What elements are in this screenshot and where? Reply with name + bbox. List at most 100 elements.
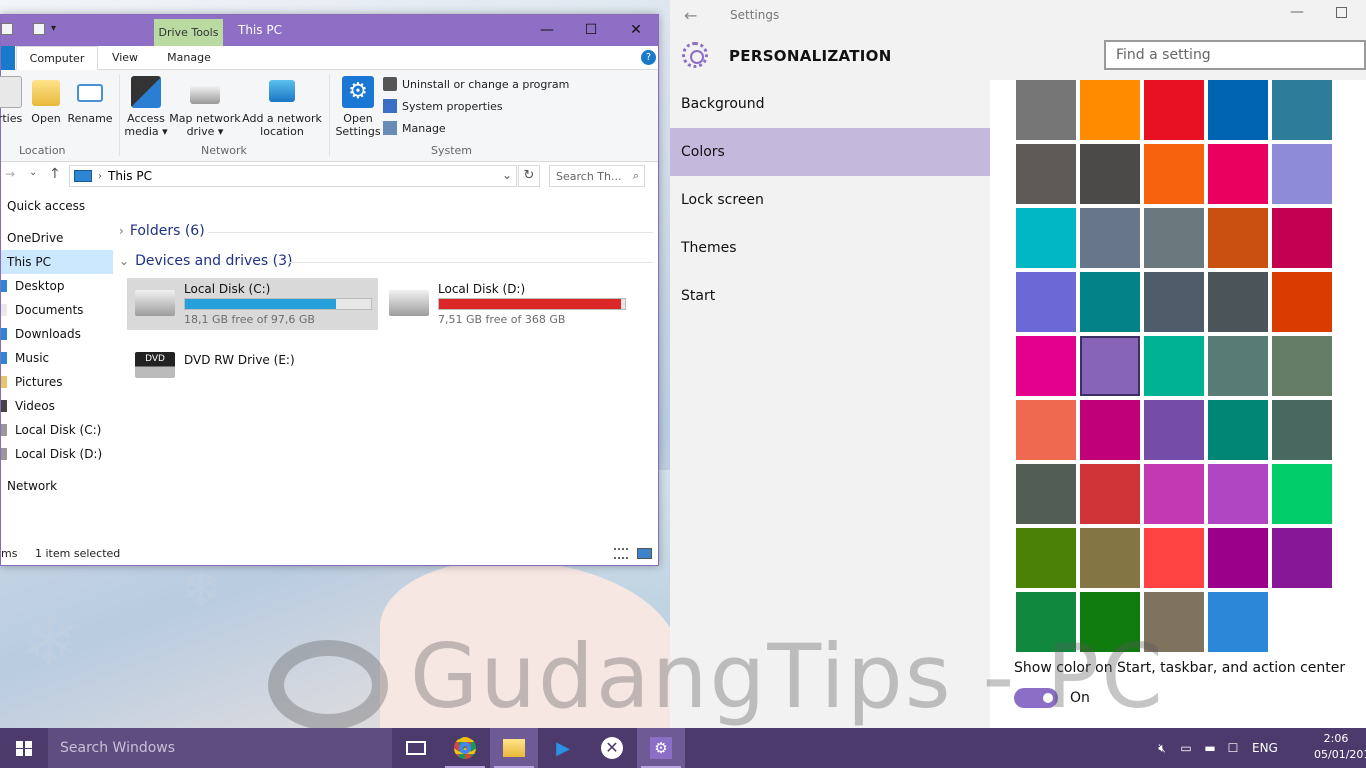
network-icon[interactable]: ▭: [1174, 741, 1198, 755]
chevron-down-icon[interactable]: ⌄: [502, 168, 512, 182]
taskbar-search-input[interactable]: Search Windows: [48, 728, 392, 768]
drive-dvd-rw-e[interactable]: DVD DVD RW Drive (E:): [127, 340, 378, 392]
maximize-button[interactable]: ☐: [568, 15, 614, 46]
color-swatch[interactable]: [1144, 336, 1204, 396]
color-swatch[interactable]: [1016, 272, 1076, 332]
explorer-titlebar[interactable]: ▾ Drive Tools This PC — ☐ ✕: [1, 15, 658, 46]
color-swatch[interactable]: [1208, 272, 1268, 332]
drive-local-disk-d[interactable]: Local Disk (D:) 7,51 GB free of 368 GB: [381, 278, 632, 330]
color-swatch[interactable]: [1016, 144, 1076, 204]
nav-item-onedrive[interactable]: OneDrive: [1, 226, 113, 250]
tab-file[interactable]: [1, 46, 15, 70]
drive-local-disk-c[interactable]: Local Disk (C:) 18,1 GB free of 97,6 GB: [127, 278, 378, 330]
taskbar-settings[interactable]: ⚙: [637, 728, 685, 768]
color-swatch[interactable]: [1272, 336, 1332, 396]
color-swatch[interactable]: [1272, 272, 1332, 332]
color-swatch[interactable]: [1080, 464, 1140, 524]
nav-item-local-disk-c[interactable]: Local Disk (C:): [1, 418, 113, 442]
nav-item-this-pc[interactable]: This PC: [1, 250, 113, 274]
maximize-button[interactable]: [1336, 7, 1347, 18]
access-media-button[interactable]: Access media ▾: [123, 76, 169, 138]
tab-computer[interactable]: Computer: [16, 46, 98, 71]
color-swatch[interactable]: [1208, 528, 1268, 588]
color-swatch[interactable]: [1208, 144, 1268, 204]
group-folders[interactable]: › Folders (6): [119, 223, 205, 239]
color-swatch[interactable]: [1080, 528, 1140, 588]
chevron-down-icon[interactable]: ▾: [51, 23, 63, 35]
color-swatch[interactable]: [1272, 400, 1332, 460]
large-icons-view-icon[interactable]: [637, 548, 652, 559]
task-view-button[interactable]: [392, 728, 440, 768]
nav-item-videos[interactable]: Videos: [1, 394, 113, 418]
nav-item-desktop[interactable]: Desktop: [1, 274, 113, 298]
nav-item-music[interactable]: Music: [1, 346, 113, 370]
color-swatch[interactable]: [1208, 208, 1268, 268]
color-swatch[interactable]: [1144, 464, 1204, 524]
color-swatch[interactable]: [1208, 464, 1268, 524]
color-swatch[interactable]: [1272, 528, 1332, 588]
color-swatch[interactable]: [1144, 528, 1204, 588]
notification-icon[interactable]: ☐: [1222, 741, 1244, 755]
color-swatch[interactable]: [1016, 400, 1076, 460]
new-folder-icon[interactable]: [33, 23, 45, 35]
color-swatch[interactable]: [1144, 208, 1204, 268]
settings-nav-background[interactable]: Background: [670, 80, 990, 128]
open-settings-button[interactable]: ⚙ Open Settings: [335, 76, 381, 138]
color-swatch[interactable]: [1272, 208, 1332, 268]
color-swatch[interactable]: [1208, 80, 1268, 140]
back-arrow-icon[interactable]: ←: [684, 6, 697, 25]
battery-icon[interactable]: ▬: [1198, 741, 1222, 755]
find-setting-input[interactable]: Find a setting: [1104, 40, 1366, 70]
open-button[interactable]: Open: [29, 76, 63, 125]
map-network-drive-button[interactable]: Map network drive ▾: [169, 76, 241, 138]
clock[interactable]: 2:06 05/01/2016: [1314, 731, 1366, 763]
minimize-button[interactable]: —: [1290, 4, 1304, 20]
close-button[interactable]: ✕: [613, 15, 659, 46]
rename-button[interactable]: Rename: [67, 76, 113, 125]
settings-nav-themes[interactable]: Themes: [670, 224, 990, 272]
nav-item-network[interactable]: Network: [1, 474, 113, 498]
color-swatch[interactable]: [1016, 336, 1076, 396]
color-swatch[interactable]: [1016, 528, 1076, 588]
taskbar-file-explorer[interactable]: [490, 728, 538, 768]
details-view-icon[interactable]: [614, 548, 628, 559]
tab-view[interactable]: View: [104, 46, 146, 70]
properties-button[interactable]: rties: [0, 76, 25, 125]
refresh-button[interactable]: ↻: [518, 165, 540, 187]
taskbar-media-player[interactable]: ▶: [539, 728, 587, 768]
color-swatch[interactable]: [1016, 80, 1076, 140]
color-swatch[interactable]: [1272, 144, 1332, 204]
nav-item-quick-access[interactable]: Quick access: [1, 194, 113, 218]
color-swatch[interactable]: [1208, 336, 1268, 396]
search-input[interactable]: Search Th... ⌕: [549, 165, 645, 187]
system-properties-button[interactable]: System properties: [383, 96, 503, 116]
taskbar-chrome[interactable]: [441, 728, 489, 768]
color-swatch[interactable]: [1080, 208, 1140, 268]
forward-button[interactable]: →: [5, 167, 15, 181]
color-swatch[interactable]: [1080, 400, 1140, 460]
color-swatch[interactable]: [1208, 592, 1268, 652]
nav-item-pictures[interactable]: Pictures: [1, 370, 113, 394]
color-swatch[interactable]: [1208, 400, 1268, 460]
taskbar-xbox[interactable]: ✕: [588, 728, 636, 768]
color-swatch[interactable]: [1144, 272, 1204, 332]
color-swatch[interactable]: [1080, 80, 1140, 140]
recent-locations-button[interactable]: ⌄: [29, 167, 37, 178]
volume-icon[interactable]: 🔇︎: [1150, 741, 1174, 756]
color-swatch[interactable]: [1016, 464, 1076, 524]
help-icon[interactable]: ?: [641, 50, 656, 65]
up-button[interactable]: ↑: [49, 166, 61, 182]
settings-nav-lock-screen[interactable]: Lock screen: [670, 176, 990, 224]
color-swatch[interactable]: [1272, 80, 1332, 140]
input-language[interactable]: ENG: [1252, 741, 1278, 755]
settings-nav-colors[interactable]: Colors: [670, 128, 990, 176]
nav-item-local-disk-d[interactable]: Local Disk (D:): [1, 442, 113, 466]
color-swatch[interactable]: [1272, 464, 1332, 524]
add-network-location-button[interactable]: Add a network location: [242, 76, 322, 138]
color-swatch[interactable]: [1016, 208, 1076, 268]
uninstall-program-button[interactable]: Uninstall or change a program: [383, 74, 569, 94]
nav-item-downloads[interactable]: Downloads: [1, 322, 113, 346]
properties-icon[interactable]: [1, 23, 13, 35]
address-bar[interactable]: › This PC ⌄: [69, 165, 517, 187]
group-devices-and-drives[interactable]: ⌄ Devices and drives (3): [119, 253, 292, 269]
